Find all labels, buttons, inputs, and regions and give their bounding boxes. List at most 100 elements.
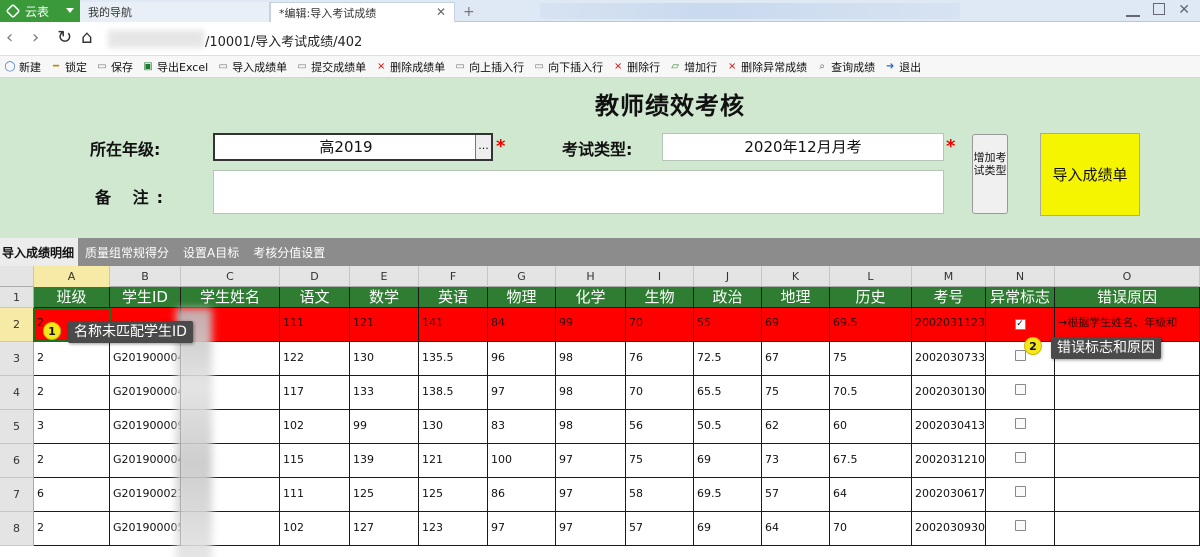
new-tab-icon[interactable]: +: [458, 2, 480, 22]
column-header-l[interactable]: L: [830, 266, 912, 287]
grid-cell[interactable]: 2002030130: [912, 376, 986, 410]
grid-cell[interactable]: 3: [34, 410, 110, 444]
grid-cell[interactable]: 97: [556, 512, 626, 546]
add-row-button[interactable]: ▱ 增加行: [669, 59, 717, 75]
maximize-icon[interactable]: [1153, 3, 1165, 15]
grid-cell[interactable]: 135.5: [419, 342, 488, 376]
row-header[interactable]: 6: [0, 444, 34, 478]
unchecked-checkbox[interactable]: [1014, 418, 1026, 429]
grid-cell[interactable]: 55: [694, 308, 762, 342]
grid-cell[interactable]: 96: [488, 342, 556, 376]
grid-cell[interactable]: 69.5: [830, 308, 912, 342]
grid-cell[interactable]: 58: [626, 478, 694, 512]
grid-cell[interactable]: 69: [694, 444, 762, 478]
minimize-icon[interactable]: [1126, 3, 1140, 17]
grid-cell[interactable]: G2019000043: [110, 376, 181, 410]
grid-cell[interactable]: 86: [488, 478, 556, 512]
grid-cell[interactable]: 2002030413: [912, 410, 986, 444]
grid-cell[interactable]: 60: [830, 410, 912, 444]
abnormal-flag-cell[interactable]: [986, 444, 1055, 478]
grid-cell[interactable]: 83: [488, 410, 556, 444]
home-icon[interactable]: ⌂: [81, 29, 92, 47]
grid-cell[interactable]: 50.5: [694, 410, 762, 444]
exit-button[interactable]: ➜ 退出: [884, 59, 921, 75]
grid-cell[interactable]: 67: [762, 342, 830, 376]
grid-cell[interactable]: [1055, 512, 1200, 546]
submit-scores-button[interactable]: ▭ 提交成绩单: [296, 59, 366, 75]
grid-cell[interactable]: 73: [762, 444, 830, 478]
grid-cell[interactable]: 69.5: [694, 478, 762, 512]
grid-cell[interactable]: 56: [626, 410, 694, 444]
grid-cell[interactable]: 2002030930: [912, 512, 986, 546]
column-header-f[interactable]: F: [419, 266, 488, 287]
grid-cell[interactable]: 125: [419, 478, 488, 512]
grid-cell[interactable]: 6: [34, 478, 110, 512]
grid-cell[interactable]: 122: [280, 342, 350, 376]
grid-cell[interactable]: 117: [280, 376, 350, 410]
column-header-i[interactable]: I: [626, 266, 694, 287]
app-menu-button[interactable]: 云表: [0, 0, 80, 22]
forward-arrow-icon[interactable]: ›: [32, 29, 39, 47]
checked-checkbox[interactable]: ✓: [1014, 319, 1026, 330]
grid-cell[interactable]: [1055, 410, 1200, 444]
insert-row-below-button[interactable]: ▭ 向下插入行: [533, 59, 603, 75]
unchecked-checkbox[interactable]: [1014, 452, 1026, 463]
grid-corner[interactable]: [0, 266, 34, 287]
unchecked-checkbox[interactable]: [1014, 520, 1026, 531]
abnormal-flag-cell[interactable]: [986, 410, 1055, 444]
grid-cell[interactable]: 102: [280, 410, 350, 444]
url-path[interactable]: /10001/导入考试成绩/402: [205, 31, 362, 50]
grid-cell[interactable]: 57: [626, 512, 694, 546]
grid-cell[interactable]: 98: [556, 410, 626, 444]
tab-quality-scores[interactable]: 质量组常规得分: [78, 238, 176, 266]
grid-cell[interactable]: 100: [488, 444, 556, 478]
grid-cell[interactable]: 115: [280, 444, 350, 478]
grid-cell[interactable]: 2002031123: [912, 308, 986, 342]
grid-cell[interactable]: 57: [762, 478, 830, 512]
unchecked-checkbox[interactable]: [1014, 384, 1026, 395]
grid-cell[interactable]: 102: [280, 512, 350, 546]
grid-cell[interactable]: 97: [488, 512, 556, 546]
row-header[interactable]: 7: [0, 478, 34, 512]
grid-cell[interactable]: 62: [762, 410, 830, 444]
save-button[interactable]: ▭ 保存: [96, 59, 133, 75]
grid-cell[interactable]: 99: [350, 410, 419, 444]
abnormal-flag-cell[interactable]: ✓: [986, 308, 1055, 342]
grid-cell[interactable]: 67.5: [830, 444, 912, 478]
grid-cell[interactable]: 121: [419, 444, 488, 478]
column-header-a[interactable]: A: [34, 266, 110, 287]
tab-score-settings[interactable]: 考核分值设置: [246, 238, 332, 266]
grid-cell[interactable]: G2019000099: [110, 410, 181, 444]
grade-picker-button[interactable]: ...: [475, 135, 491, 159]
abnormal-flag-cell[interactable]: [986, 478, 1055, 512]
grid-cell[interactable]: 99: [556, 308, 626, 342]
grade-field[interactable]: 高2019 ...: [213, 133, 493, 161]
grid-cell[interactable]: 111: [280, 308, 350, 342]
export-excel-button[interactable]: ▣ 导出Excel: [142, 59, 208, 75]
grid-cell[interactable]: 111: [280, 478, 350, 512]
grid-cell[interactable]: 70: [626, 376, 694, 410]
column-header-d[interactable]: D: [280, 266, 350, 287]
grid-cell[interactable]: 127: [350, 512, 419, 546]
tab-set-a-target[interactable]: 设置A目标: [176, 238, 246, 266]
close-icon[interactable]: ✕: [436, 5, 446, 19]
grid-cell[interactable]: [1055, 376, 1200, 410]
column-header-h[interactable]: H: [556, 266, 626, 287]
grid-cell[interactable]: 121: [350, 308, 419, 342]
grid-cell[interactable]: 70: [626, 308, 694, 342]
lock-button[interactable]: ━ 锁定: [50, 59, 87, 75]
grid-cell[interactable]: 75: [626, 444, 694, 478]
grid-cell[interactable]: 2002031210: [912, 444, 986, 478]
delete-scores-button[interactable]: × 删除成绩单: [375, 59, 445, 75]
delete-abnormal-scores-button[interactable]: × 删除异常成绩: [726, 59, 807, 75]
grid-cell[interactable]: 69: [762, 308, 830, 342]
grid-cell[interactable]: G2019000054: [110, 512, 181, 546]
grid-cell[interactable]: 98: [556, 342, 626, 376]
tab-my-navigation[interactable]: 我的导航: [80, 2, 270, 22]
column-header-c[interactable]: C: [181, 266, 280, 287]
unchecked-checkbox[interactable]: [1014, 350, 1026, 361]
grid-cell[interactable]: 2: [34, 342, 110, 376]
column-header-n[interactable]: N: [986, 266, 1055, 287]
column-header-b[interactable]: B: [110, 266, 181, 287]
grid-cell[interactable]: 123: [419, 512, 488, 546]
